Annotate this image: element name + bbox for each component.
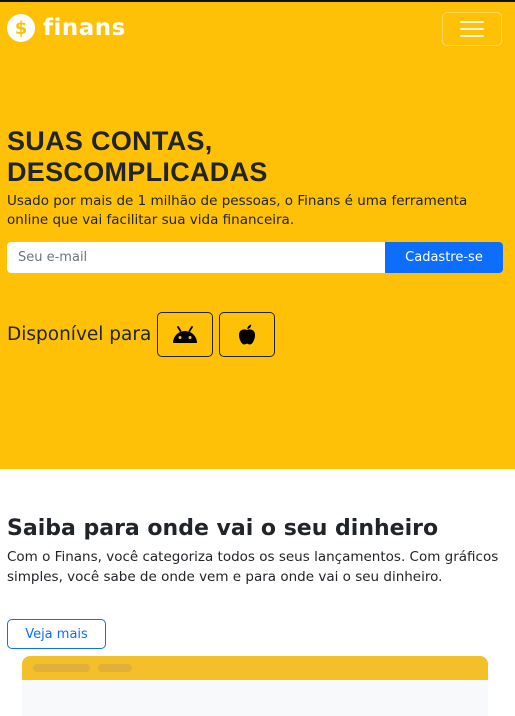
hero-title: SUAS CONTAS, DESCOMPLICADAS xyxy=(7,126,268,188)
features-title: Saiba para onde vai o seu dinheiro xyxy=(7,516,439,541)
navbar: $ finans xyxy=(0,2,515,56)
email-input[interactable] xyxy=(7,242,385,273)
signup-form: Cadastre-se xyxy=(7,242,503,273)
dollar-icon: $ xyxy=(7,14,35,42)
features-text: Com o Finans, você categoriza todos os s… xyxy=(7,549,499,585)
hamburger-menu-button[interactable] xyxy=(442,12,502,46)
brand-name: finans xyxy=(43,15,126,41)
brand-logo[interactable]: $ finans xyxy=(7,14,126,42)
hero-title-line-2: DESCOMPLICADAS xyxy=(7,157,268,187)
hero-subtitle: Usado por mais de 1 milhão de pessoas, o… xyxy=(7,193,468,228)
preview-card-header xyxy=(22,656,488,680)
placeholder-bar xyxy=(98,664,132,672)
available-platforms: Disponível para xyxy=(7,312,276,357)
hero-title-line-1: SUAS CONTAS, xyxy=(7,126,213,156)
preview-card xyxy=(22,656,488,716)
android-icon xyxy=(173,325,198,343)
placeholder-bar xyxy=(33,664,90,672)
android-store-button[interactable] xyxy=(157,312,214,357)
see-more-button[interactable]: Veja mais xyxy=(7,619,106,649)
hamburger-menu-icon xyxy=(460,21,484,23)
hero-section: $ finans SUAS CONTAS, DESCOMPLICADAS Usa… xyxy=(0,2,515,469)
apple-store-button[interactable] xyxy=(219,312,276,357)
signup-button[interactable]: Cadastre-se xyxy=(385,242,503,273)
available-label: Disponível para xyxy=(7,324,152,345)
apple-icon xyxy=(239,324,256,344)
